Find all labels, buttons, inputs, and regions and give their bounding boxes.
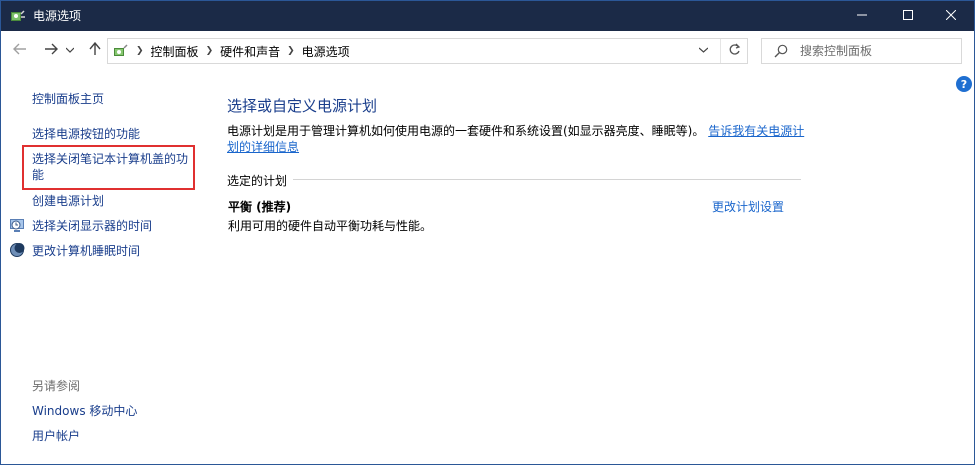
create-power-plan-link[interactable]: 创建电源计划 — [32, 193, 104, 209]
address-bar[interactable]: ❯ 控制面板 ❯ 硬件和声音 ❯ 电源选项 — [107, 38, 748, 64]
arrow-left-icon — [13, 42, 27, 60]
power-button-function-link[interactable]: 选择电源按钮的功能 — [32, 126, 140, 142]
address-dropdown-button[interactable] — [694, 39, 712, 63]
chevron-down-icon — [698, 46, 708, 56]
control-panel-home-link[interactable]: 控制面板主页 — [32, 91, 104, 107]
breadcrumb: ❯ 控制面板 ❯ 硬件和声音 ❯ 电源选项 — [132, 39, 350, 63]
plan-description: 利用可用的硬件自动平衡功耗与性能。 — [228, 219, 433, 233]
page-description: 电源计划是用于管理计算机如何使用电源的一套硬件和系统设置(如显示器亮度、睡眠等)… — [227, 123, 807, 155]
control-panel-icon — [112, 43, 128, 59]
section-divider — [293, 179, 801, 180]
page-title: 选择或自定义电源计划 — [227, 97, 378, 115]
change-plan-settings-link[interactable]: 更改计划设置 — [712, 198, 784, 215]
power-options-window: 电源选项 ❯ 控制面板 ❯ 硬件和声音 ❯ 电源选项 搜索控制面板 控制面板主页… — [0, 0, 975, 465]
main-content: 选择或自定义电源计划 电源计划是用于管理计算机如何使用电源的一套硬件和系统设置(… — [227, 71, 957, 464]
breadcrumb-power-options[interactable]: 电源选项 — [302, 43, 350, 60]
refresh-button[interactable] — [720, 39, 748, 63]
mobility-center-link[interactable]: Windows 移动中心 — [32, 403, 137, 419]
search-box[interactable] — [761, 38, 962, 64]
display-off-time-link[interactable]: 选择关闭显示器的时间 — [32, 218, 152, 234]
breadcrumb-control-panel[interactable]: 控制面板 — [151, 43, 199, 60]
refresh-icon — [728, 43, 741, 60]
maximize-icon — [903, 9, 913, 23]
sleep-time-link[interactable]: 更改计算机睡眠时间 — [32, 243, 140, 259]
breadcrumb-separator-icon[interactable]: ❯ — [136, 46, 144, 56]
sleep-moon-icon — [9, 242, 25, 258]
minimize-button[interactable] — [839, 1, 885, 31]
title-bar[interactable]: 电源选项 — [1, 1, 974, 31]
close-button[interactable] — [928, 1, 974, 31]
plan-name: 平衡 (推荐) — [228, 200, 292, 214]
forward-button[interactable] — [41, 41, 61, 61]
maximize-button[interactable] — [885, 1, 931, 31]
arrow-right-icon — [44, 42, 58, 60]
minimize-icon — [857, 9, 867, 23]
navigation-bar: ❯ 控制面板 ❯ 硬件和声音 ❯ 电源选项 — [1, 31, 974, 71]
see-also-header: 另请参阅 — [32, 379, 81, 393]
chevron-down-icon — [65, 46, 75, 56]
recent-locations-button[interactable] — [63, 41, 77, 61]
lid-close-function-link[interactable]: 选择关闭笔记本计算机盖的功能 — [32, 151, 192, 183]
breadcrumb-separator-icon[interactable]: ❯ — [206, 46, 214, 56]
arrow-up-icon — [88, 41, 102, 60]
close-icon — [945, 9, 957, 23]
breadcrumb-separator-icon[interactable]: ❯ — [287, 46, 295, 56]
back-button[interactable] — [10, 41, 30, 61]
search-input[interactable] — [800, 42, 955, 60]
power-options-icon — [10, 8, 26, 24]
display-clock-icon — [9, 217, 25, 233]
up-button[interactable] — [85, 41, 105, 61]
breadcrumb-hardware-sound[interactable]: 硬件和声音 — [220, 43, 280, 60]
selected-plans-label: 选定的计划 — [227, 174, 288, 188]
description-text: 电源计划是用于管理计算机如何使用电源的一套硬件和系统设置(如显示器亮度、睡眠等)… — [227, 124, 705, 138]
user-accounts-link[interactable]: 用户帐户 — [32, 428, 80, 444]
search-icon — [774, 44, 788, 58]
left-pane: 控制面板主页 选择电源按钮的功能 选择关闭笔记本计算机盖的功能 创建电源计划 选… — [1, 71, 211, 464]
window-title: 电源选项 — [33, 9, 82, 23]
help-button[interactable]: ? — [956, 76, 972, 92]
